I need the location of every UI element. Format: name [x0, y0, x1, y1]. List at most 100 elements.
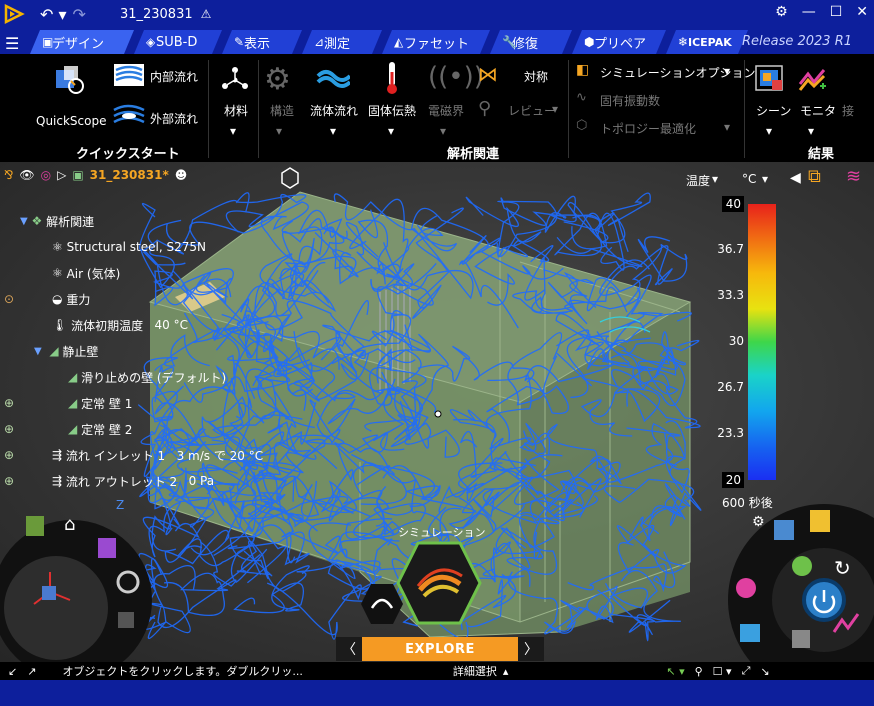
tool-wheel[interactable] — [724, 500, 874, 662]
wall-icon: ◢ — [68, 396, 78, 410]
unit-dropdown-icon[interactable]: ▾ — [762, 172, 768, 186]
explore-prev-button[interactable]: 〈 — [336, 637, 362, 661]
quantity-dropdown-icon[interactable]: ▾ — [712, 172, 718, 186]
tree-item-material-air[interactable]: ⚛ Air (気体) — [52, 262, 120, 284]
fluid-flow-dropdown-icon[interactable]: ▾ — [330, 124, 336, 138]
monitor-button[interactable]: モニタ — [800, 102, 836, 119]
undo-icon[interactable]: ↶ ▾ — [40, 5, 67, 24]
internal-flow-button[interactable]: 内部流れ — [150, 68, 198, 85]
snap-icon[interactable]: ⚲ — [695, 665, 703, 678]
material-view-icon[interactable]: ☻ — [175, 168, 188, 182]
monitor-icon[interactable]: ≋ — [846, 166, 861, 187]
material-dropdown-icon[interactable]: ▾ — [230, 124, 236, 138]
window-toggle-icon[interactable]: ☐ ▾ — [713, 665, 732, 678]
external-flow-button[interactable]: 外部流れ — [150, 110, 198, 127]
target-icon[interactable]: ⊕ — [4, 444, 14, 466]
group-analysis-label: 解析関連 — [447, 147, 500, 162]
tab-icepak[interactable]: ❄ ICEPAK — [666, 30, 748, 54]
scene-icon[interactable]: ⧉ — [808, 166, 821, 187]
reset-icon[interactable]: ↻ — [834, 556, 851, 580]
quickscope-button[interactable]: QuickScope — [36, 114, 107, 128]
scene-icon[interactable] — [754, 62, 788, 96]
symmetry-button[interactable]: 対称 — [524, 68, 548, 85]
tab-repair[interactable]: 🔧 修復 — [490, 30, 572, 54]
3d-viewport[interactable]: ⅋ 👁 ◎ ▷ ▣ 31_230831* ☻ ▼ ❖ 解析関連 ⚛ Struct… — [0, 162, 874, 662]
tree-root[interactable]: ▼ ❖ 解析関連 — [20, 210, 94, 232]
filter-icon[interactable]: ⅋ — [4, 168, 13, 182]
release-label: Release 2023 R1 — [741, 34, 852, 49]
prepare-icon: ⬢ — [584, 35, 595, 49]
target-icon[interactable]: ⊕ — [4, 470, 14, 492]
tab-prepare[interactable]: ⬢ プリペア — [572, 30, 666, 54]
scene-dropdown-icon[interactable]: ▾ — [766, 124, 772, 138]
sim-label: シミュレーション — [398, 526, 486, 539]
sim-options-button[interactable]: シミュレーションオプション — [600, 64, 756, 81]
monitor-dropdown-icon[interactable]: ▾ — [808, 124, 814, 138]
review-dropdown-icon: ▾ — [552, 102, 559, 116]
close-button[interactable]: ✕ — [856, 4, 868, 20]
legend-tick-label: 30 — [728, 334, 744, 348]
tab-display[interactable]: ✎ 表示 — [222, 30, 302, 54]
tree-item-inlet[interactable]: ⇶ 流れ インレット 1 3 m/s で 20 °C — [52, 444, 263, 466]
simulation-hex-button[interactable] — [396, 540, 482, 626]
sim-options-dropdown-icon[interactable]: ▾ — [724, 64, 730, 78]
view-wheel[interactable] — [0, 502, 160, 662]
monitor-icon[interactable] — [798, 64, 828, 94]
tree-item-initial-temp[interactable]: 🌡 流体初期温度 40 °C — [52, 314, 188, 336]
thermometer-icon[interactable] — [382, 60, 402, 96]
minimize-button[interactable]: — — [802, 4, 816, 20]
explore-button[interactable]: EXPLORE — [362, 637, 518, 661]
target-icon[interactable]: ⊙ — [4, 288, 14, 310]
tab-subd[interactable]: ◈ SUB-D — [134, 30, 222, 54]
detail-dropdown-icon[interactable]: ▴ — [503, 665, 509, 678]
streamline — [563, 192, 651, 253]
quickscope-icon[interactable] — [52, 62, 86, 96]
play-icon[interactable]: ▷ — [57, 168, 66, 182]
brush-icon: ✎ — [234, 35, 245, 49]
tree-item-material-steel[interactable]: ⚛ Structural steel, S275N — [52, 236, 206, 258]
select-cursor-icon[interactable]: ↖ ▾ — [666, 665, 684, 678]
tree-item-outlet[interactable]: ⇶ 流れ アウトレット 2 0 Pa — [52, 470, 214, 492]
collapse-icon[interactable]: ▼ — [20, 216, 28, 227]
explore-next-button[interactable]: 〉 — [518, 637, 544, 661]
fullscreen-icon[interactable]: ⤢ — [742, 664, 751, 678]
settings-icon[interactable]: ⚙ — [775, 4, 788, 20]
target-icon[interactable]: ⊕ — [4, 418, 14, 440]
tree-item-wall-1[interactable]: ◢ 定常 壁 1 — [68, 392, 132, 414]
tab-facet[interactable]: ◭ ファセット — [382, 30, 490, 54]
tab-measure[interactable]: ⊿ 測定 — [302, 30, 382, 54]
color-wheel-icon[interactable]: ◎ — [41, 168, 51, 182]
tab-design[interactable]: ▣ デザイン — [30, 30, 134, 54]
external-flow-icon[interactable] — [112, 102, 146, 128]
collapse-icon[interactable]: ▼ — [34, 346, 42, 357]
tree-item-wall-2[interactable]: ◢ 定常 壁 2 — [68, 418, 132, 440]
maximize-button[interactable]: ☐ — [830, 4, 843, 20]
detail-select-label[interactable]: 詳細選択 — [453, 663, 497, 679]
target-icon[interactable]: ⊕ — [4, 392, 14, 414]
wrench-icon: 🔧 — [502, 35, 517, 49]
internal-flow-icon[interactable] — [112, 62, 146, 88]
review-icon: ⚲ — [478, 98, 492, 119]
solid-heat-dropdown-icon[interactable]: ▾ — [388, 124, 394, 138]
more-button[interactable]: 接 — [842, 102, 854, 119]
fluid-flow-button[interactable]: 流体流れ — [310, 102, 358, 119]
home-icon[interactable]: ⌂ — [64, 514, 75, 535]
eye-icon[interactable]: 👁 — [19, 168, 34, 182]
collapse-panel-icon[interactable]: ◀ — [790, 170, 801, 186]
status-hint: オブジェクトをクリックします。ダブルクリッ... — [62, 665, 303, 678]
scene-button[interactable]: シーン — [756, 102, 791, 119]
symmetry-icon[interactable]: ⋈ — [478, 62, 498, 86]
tree-item-noslip-wall[interactable]: ◢ 滑り止めの壁 (デフォルト) — [68, 366, 226, 388]
sim-options-icon[interactable]: ◧ — [576, 62, 589, 78]
material-icon[interactable] — [220, 64, 250, 94]
redo-icon[interactable]: ↷ — [73, 5, 86, 24]
material-button[interactable]: 材料 — [224, 102, 248, 119]
tree-item-gravity[interactable]: ◒ 重力 — [52, 288, 90, 310]
settings-icon[interactable]: ⚙ — [752, 514, 765, 530]
solid-heat-button[interactable]: 固体伝熱 — [368, 102, 416, 119]
menu-icon[interactable]: ☰ — [5, 34, 19, 53]
tree-item-static-wall[interactable]: ▼ ◢ 静止壁 — [34, 340, 98, 362]
app-logo-icon — [3, 3, 25, 25]
tree-toolbar: ⅋ 👁 ◎ ▷ ▣ 31_230831* ☻ — [0, 164, 187, 186]
fluid-flow-icon[interactable] — [316, 66, 350, 92]
